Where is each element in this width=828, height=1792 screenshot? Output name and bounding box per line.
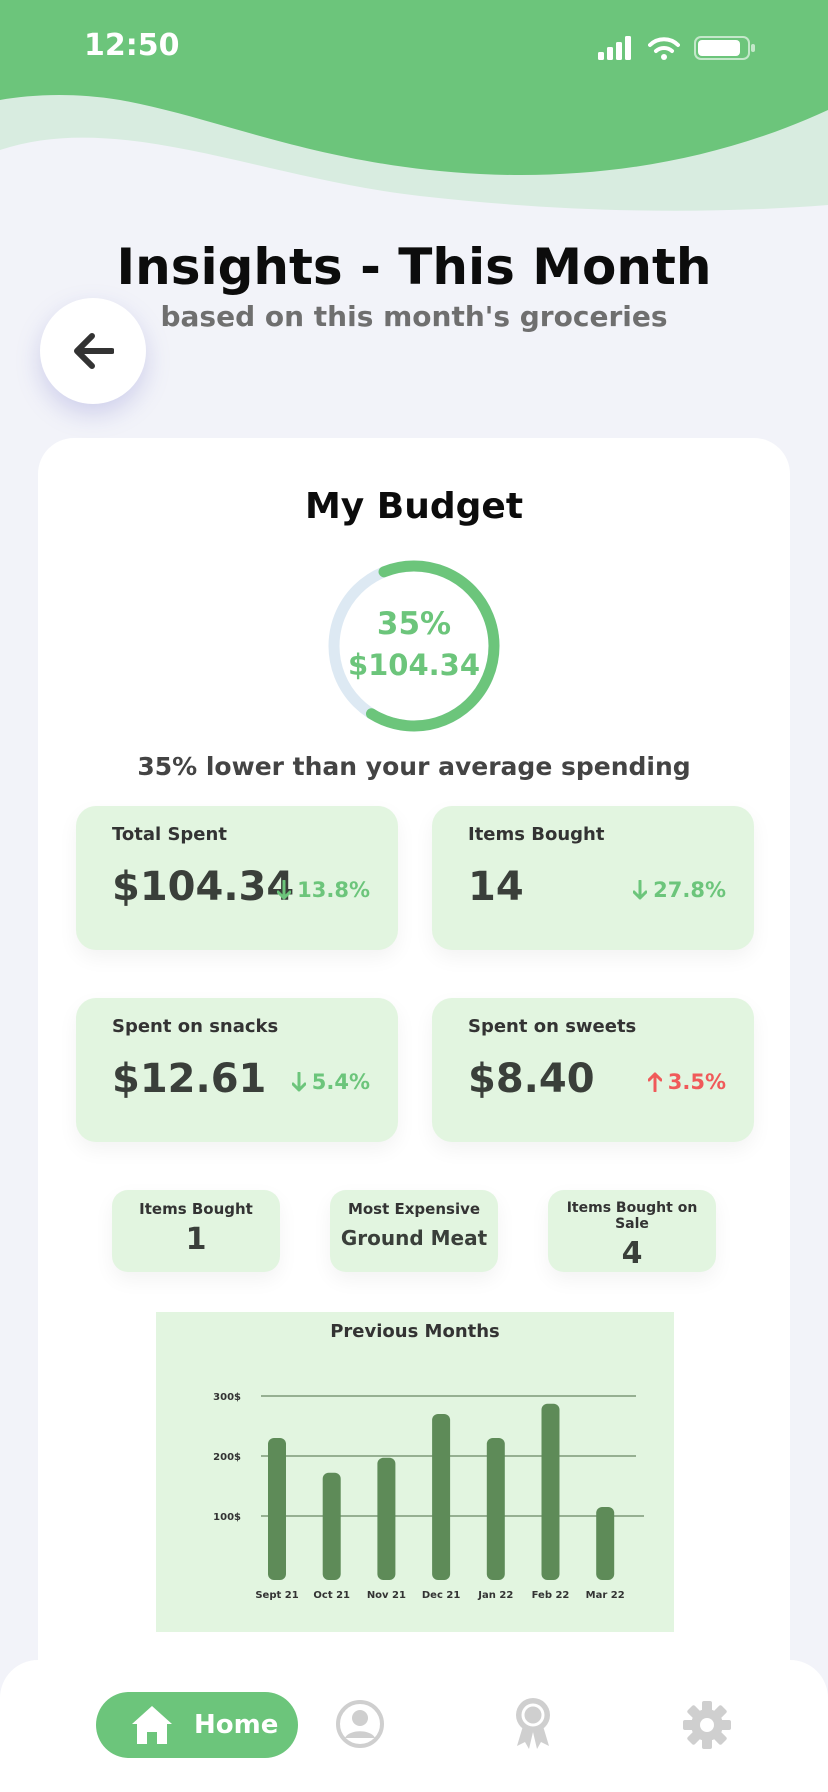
chart-bar bbox=[268, 1438, 286, 1580]
mini-stat-value: 1 bbox=[185, 1222, 207, 1257]
stat-value: $8.40 bbox=[468, 1056, 595, 1102]
x-tick-label: Sept 21 bbox=[255, 1590, 298, 1601]
y-tick-label: 200$ bbox=[213, 1452, 241, 1463]
stat-label: Total Spent bbox=[112, 824, 227, 845]
stat-card-sweets[interactable]: Spent on sweets $8.40 3.5% bbox=[432, 998, 754, 1142]
tab-home[interactable]: Home bbox=[96, 1692, 298, 1758]
chart-bar bbox=[432, 1414, 451, 1580]
stat-change-value: 5.4% bbox=[311, 1070, 370, 1094]
settings-icon[interactable] bbox=[682, 1700, 732, 1750]
chart-bar bbox=[486, 1438, 505, 1580]
stat-change-value: 13.8% bbox=[297, 878, 370, 902]
stat-change: 27.8% bbox=[633, 878, 726, 902]
arrow-up-icon bbox=[647, 1072, 662, 1092]
budget-note: 35% lower than your average spending bbox=[137, 752, 691, 781]
chart-bar bbox=[377, 1457, 396, 1580]
x-tick-label: Jan 22 bbox=[477, 1590, 513, 1601]
chart-bar bbox=[596, 1507, 615, 1580]
profile-icon[interactable] bbox=[336, 1700, 384, 1748]
bar-chart: Previous Months 100$ 200$ 300$ Sept 21 Oct 21… bbox=[213, 1321, 644, 1601]
budget-amount: $104.34 bbox=[347, 648, 481, 682]
x-tick-label: Dec 21 bbox=[422, 1590, 460, 1601]
tab-bar: Home bbox=[0, 1660, 828, 1792]
stat-change-value: 27.8% bbox=[653, 878, 726, 902]
wifi-icon bbox=[648, 37, 680, 60]
arrow-left-icon bbox=[74, 333, 114, 369]
battery-icon bbox=[694, 36, 755, 60]
tab-home-label: Home bbox=[194, 1710, 279, 1740]
home-icon bbox=[132, 1706, 172, 1744]
status-icons bbox=[598, 36, 756, 60]
award-icon[interactable] bbox=[510, 1696, 556, 1750]
stat-label: Spent on sweets bbox=[468, 1016, 637, 1037]
y-tick-label: 300$ bbox=[213, 1392, 241, 1403]
arrow-down-icon bbox=[277, 880, 292, 900]
chart-bar bbox=[541, 1403, 560, 1580]
budget-title: My Budget bbox=[304, 486, 524, 527]
arrow-down-icon bbox=[633, 880, 648, 900]
stat-card-items-bought[interactable]: Items Bought 14 27.8% bbox=[432, 806, 754, 950]
chart-bar bbox=[322, 1472, 341, 1580]
y-tick-label: 100$ bbox=[213, 1512, 241, 1523]
arrow-down-icon bbox=[291, 1072, 306, 1092]
signal-icon bbox=[598, 36, 631, 60]
mini-stat-value: 4 bbox=[621, 1236, 643, 1271]
stat-change: 13.8% bbox=[277, 878, 370, 902]
mini-stat-label: Items Bought bbox=[139, 1200, 253, 1218]
stat-card-snacks[interactable]: Spent on snacks $12.61 5.4% bbox=[76, 998, 398, 1142]
stat-change: 3.5% bbox=[647, 1070, 726, 1094]
page-title: Insights - This Month bbox=[116, 238, 712, 296]
status-time: 12:50 bbox=[84, 28, 180, 63]
back-button[interactable] bbox=[40, 298, 146, 404]
stat-change: 5.4% bbox=[291, 1070, 370, 1094]
previous-months-chart: Previous Months 100$ 200$ 300$ Sept 21 Oct 21… bbox=[156, 1312, 674, 1632]
mini-stat-label: Items Bought on Sale bbox=[566, 1200, 698, 1232]
stat-label: Spent on snacks bbox=[112, 1016, 279, 1037]
mini-stat-value: Ground Meat bbox=[340, 1226, 488, 1250]
x-tick-label: Oct 21 bbox=[313, 1590, 350, 1601]
mini-stat-most-expensive[interactable]: Most Expensive Ground Meat bbox=[330, 1190, 498, 1272]
mini-stat-items-on-sale[interactable]: Items Bought on Sale 4 bbox=[548, 1190, 716, 1272]
stat-value: $104.34 bbox=[112, 864, 295, 910]
mini-stat-label: Most Expensive bbox=[347, 1200, 481, 1218]
chart-title: Previous Months bbox=[330, 1321, 500, 1342]
budget-percent: 35% bbox=[376, 606, 452, 642]
x-tick-label: Feb 22 bbox=[532, 1590, 570, 1601]
stat-value: 14 bbox=[468, 864, 524, 910]
stat-label: Items Bought bbox=[468, 824, 605, 845]
mini-stat-items-bought[interactable]: Items Bought 1 bbox=[112, 1190, 280, 1272]
stat-card-total-spent[interactable]: Total Spent $104.34 13.8% bbox=[76, 806, 398, 950]
x-tick-label: Mar 22 bbox=[586, 1590, 625, 1601]
stat-change-value: 3.5% bbox=[667, 1070, 726, 1094]
budget-ring bbox=[328, 560, 500, 732]
stat-value: $12.61 bbox=[112, 1056, 267, 1102]
x-tick-label: Nov 21 bbox=[367, 1590, 406, 1601]
